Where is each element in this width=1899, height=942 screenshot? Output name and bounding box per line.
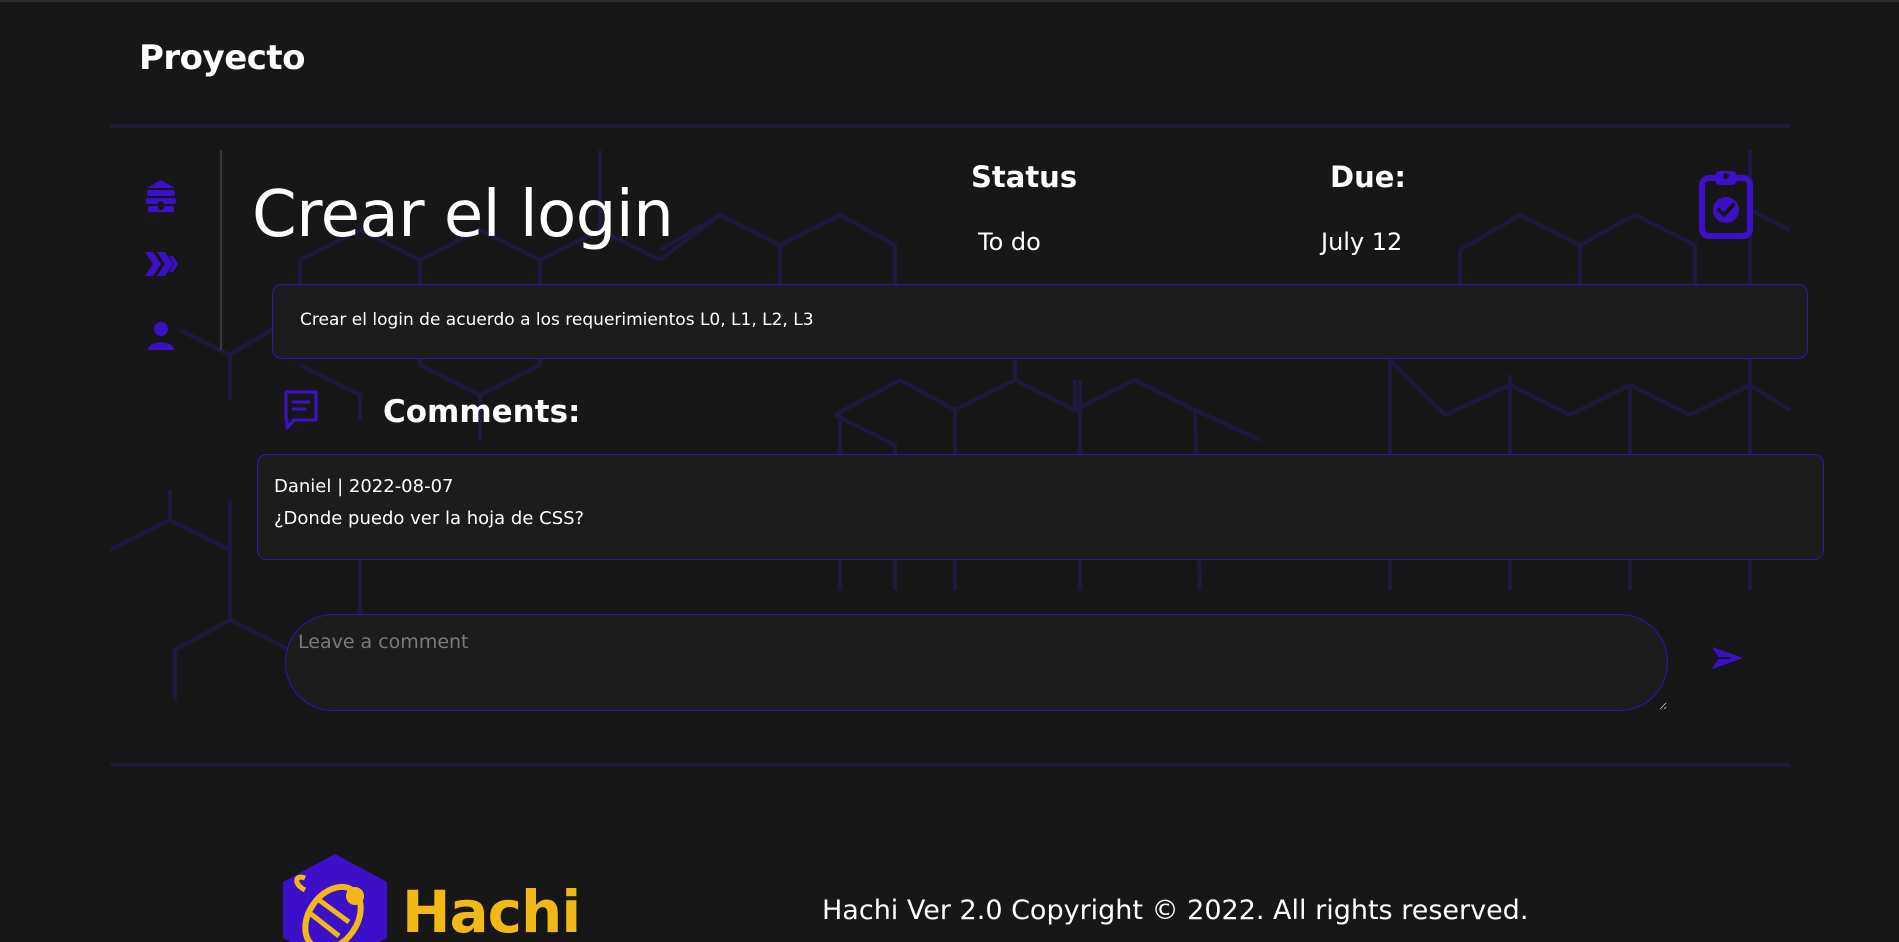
task-description-box: Crear el login de acuerdo a los requerim… (272, 284, 1808, 359)
bee-hexagon-logo-icon (283, 854, 387, 942)
comment-meta: Daniel | 2022-08-07 (274, 476, 454, 497)
comment-item: Daniel | 2022-08-07 ¿Donde puedo ver la … (257, 454, 1824, 560)
comment-body: ¿Donde puedo ver la hoja de CSS? (274, 508, 585, 529)
app-page: Proyecto Crear el login Status To do Due… (0, 0, 1899, 942)
hive-chevrons-icon (145, 252, 178, 276)
comments-heading: Comments: (383, 394, 581, 430)
status-label: Status (971, 160, 1078, 194)
comments-section-icon (282, 388, 322, 432)
app-brand-title[interactable]: Proyecto (139, 38, 306, 78)
clipboard-check-icon (1699, 171, 1753, 239)
status-value: To do (978, 228, 1041, 256)
comment-input[interactable] (285, 614, 1668, 711)
due-value: July 12 (1321, 228, 1403, 256)
send-comment-button[interactable] (1708, 642, 1746, 674)
beehive-icon (146, 180, 176, 212)
sidebar-item-home[interactable] (138, 176, 184, 216)
comment-icon (284, 390, 318, 430)
header-divider (110, 124, 1790, 128)
user-icon (148, 322, 174, 350)
footer-brand: Hachi (402, 878, 581, 942)
footer-divider (110, 763, 1790, 767)
due-label: Due: (1330, 160, 1406, 194)
sidebar-item-hive[interactable] (138, 244, 184, 284)
task-description: Crear el login de acuerdo a los requerim… (300, 310, 814, 330)
sidebar-divider-line (220, 150, 222, 350)
send-plane-icon (1712, 647, 1743, 669)
footer-logo (279, 852, 391, 942)
task-badge (1698, 168, 1754, 240)
copyright-text: Hachi Ver 2.0 Copyright © 2022. All righ… (822, 895, 1529, 926)
sidebar-item-profile[interactable] (138, 316, 184, 356)
task-title: Crear el login (252, 178, 674, 252)
